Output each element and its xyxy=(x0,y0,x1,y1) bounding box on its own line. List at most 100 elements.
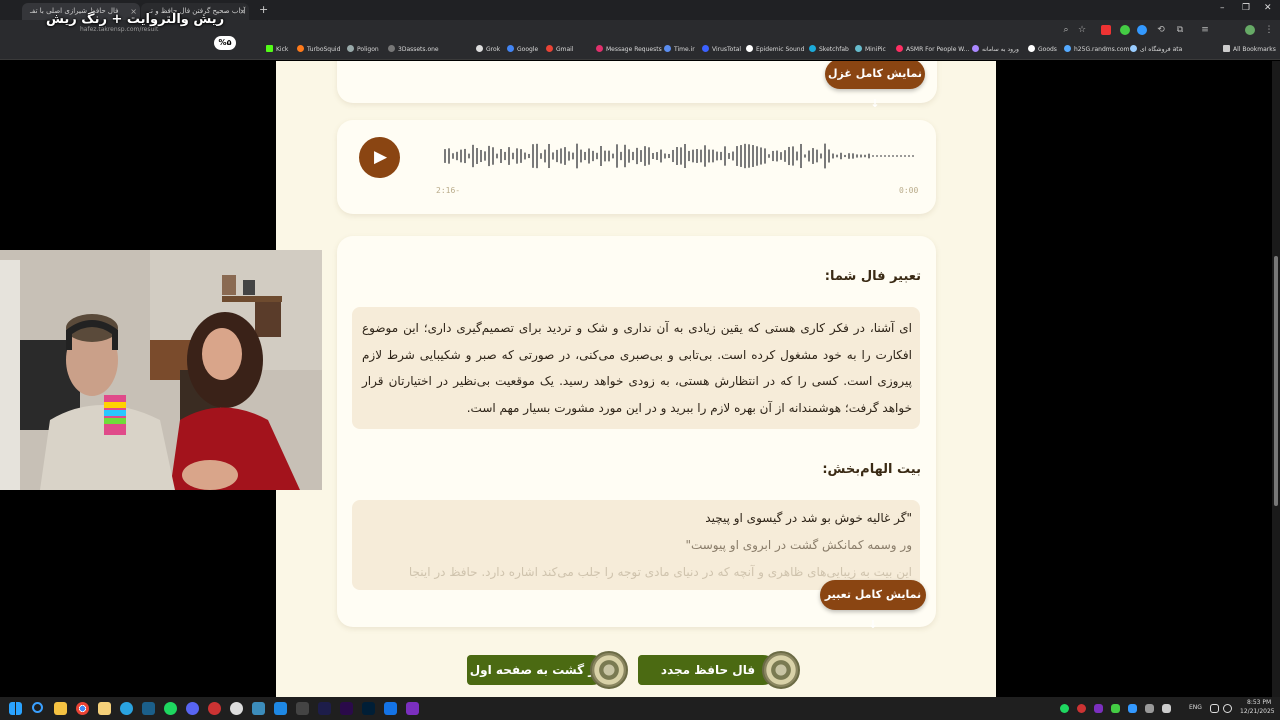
show-full-interpretation-button[interactable]: نمایش کامل تعبیر ↓ xyxy=(820,580,926,631)
bookmark-item[interactable]: فروشگاه ای ata xyxy=(1130,45,1182,55)
bookmark-item[interactable]: Epidemic Sound xyxy=(746,45,804,55)
new-fal-button[interactable]: فال حافظ مجدد xyxy=(638,655,778,685)
app-icon[interactable] xyxy=(252,702,265,715)
photoshop-icon[interactable] xyxy=(362,702,375,715)
waveform-bar xyxy=(476,148,478,164)
app-icon[interactable] xyxy=(208,702,221,715)
extension-icon[interactable] xyxy=(1120,25,1130,35)
scrollbar-thumb[interactable] xyxy=(1274,256,1278,506)
waveform-bar xyxy=(836,154,838,158)
back-to-home-button[interactable]: باز گشت به صفحه اول xyxy=(467,655,607,685)
bookmark-item[interactable]: Goods xyxy=(1028,45,1057,55)
close-icon[interactable]: × xyxy=(239,3,246,20)
scrollbar[interactable] xyxy=(1272,61,1280,697)
bookmark-item[interactable]: Grok xyxy=(476,45,500,55)
telegram-icon[interactable] xyxy=(120,702,133,715)
app-icon[interactable] xyxy=(296,702,309,715)
bookmark-label: Time.ir xyxy=(674,46,695,53)
clock-date[interactable]: 12/21/2025 xyxy=(1240,708,1275,715)
bookmark-icon xyxy=(702,45,709,52)
waveform-bar xyxy=(884,155,886,157)
extension-icon[interactable]: ⟲ xyxy=(1156,25,1166,35)
chrome-icon[interactable] xyxy=(76,702,89,715)
bookmark-item[interactable]: MiniPic xyxy=(855,45,886,55)
bookmark-item[interactable]: ASMR For People W... xyxy=(896,45,969,55)
bookmarks-bar: Kick TurboSquid Poligon 3Dassets.one Gro… xyxy=(0,40,1280,60)
bookmark-item[interactable]: Kick xyxy=(266,45,288,55)
bookmark-item[interactable]: TurboSquid xyxy=(297,45,340,55)
windows-start-icon[interactable] xyxy=(9,702,22,715)
media-icon[interactable]: ≡ xyxy=(1200,25,1210,35)
waveform-bar xyxy=(656,152,658,160)
volume-icon[interactable] xyxy=(1223,704,1232,713)
bookmark-item[interactable]: Google xyxy=(507,45,538,55)
after-effects-icon[interactable] xyxy=(318,702,331,715)
clock-time[interactable]: 8:53 PM xyxy=(1247,699,1271,706)
waveform-bar xyxy=(764,148,766,164)
tray-icon[interactable] xyxy=(1111,704,1120,713)
bookmark-item[interactable]: VirusTotal xyxy=(702,45,741,55)
app-icon[interactable] xyxy=(274,702,287,715)
search-icon[interactable] xyxy=(32,702,43,713)
close-window-icon[interactable]: ✕ xyxy=(1264,3,1272,13)
extension-icon[interactable] xyxy=(1101,25,1111,35)
bookmark-icon xyxy=(855,45,862,52)
bookmark-item[interactable]: Poligon xyxy=(347,45,379,55)
url-text[interactable]: hafez.takrensp.com/result xyxy=(80,26,158,33)
tray-icon[interactable] xyxy=(1060,704,1069,713)
waveform-bar xyxy=(444,149,446,163)
waveform-bar xyxy=(624,144,626,168)
bookmark-label: Kick xyxy=(276,46,289,53)
puzzle-icon[interactable]: ⧉ xyxy=(1175,25,1185,35)
premiere-icon[interactable] xyxy=(340,702,353,715)
tray-icon[interactable] xyxy=(1094,704,1103,713)
show-full-ghazal-button[interactable]: نمایش کامل غزل ↓ xyxy=(825,61,925,110)
waveform-bar xyxy=(460,149,462,163)
bookmark-icon xyxy=(1028,45,1035,52)
app-icon[interactable] xyxy=(230,702,243,715)
discord-icon[interactable] xyxy=(186,702,199,715)
spotify-icon[interactable] xyxy=(164,702,177,715)
file-explorer-icon[interactable] xyxy=(54,702,67,715)
bookmark-item[interactable]: Sketchfab xyxy=(809,45,849,55)
waveform-bar xyxy=(492,147,494,165)
bookmark-item[interactable]: All Bookmarks xyxy=(1223,45,1276,55)
tray-icon[interactable] xyxy=(1128,704,1137,713)
bookmark-icon xyxy=(507,45,514,52)
play-button[interactable]: ▶ xyxy=(359,137,400,178)
bookmark-icon xyxy=(297,45,304,52)
bookmark-item[interactable]: h25G.randms.com xyxy=(1064,45,1129,55)
waveform-bar xyxy=(888,155,890,157)
bookmark-item[interactable]: Gmail xyxy=(546,45,574,55)
webcam-image xyxy=(0,250,322,490)
waveform-bar xyxy=(736,146,738,166)
bookmark-item[interactable]: Message Requests xyxy=(596,45,662,55)
bookmark-star-icon[interactable]: ☆ xyxy=(1077,25,1087,35)
waveform-bar xyxy=(544,149,546,163)
bookmark-item[interactable]: ورود به سامانه xyxy=(972,45,1019,55)
network-icon[interactable] xyxy=(1210,704,1219,713)
tray-icon[interactable] xyxy=(1162,704,1171,713)
profile-icon[interactable] xyxy=(1245,25,1255,35)
waveform-bar xyxy=(848,153,850,159)
steam-icon[interactable] xyxy=(142,702,155,715)
tray-icon[interactable] xyxy=(1077,704,1086,713)
restore-icon[interactable]: ❐ xyxy=(1242,3,1250,13)
extension-icon[interactable] xyxy=(1137,25,1147,35)
app-icon[interactable] xyxy=(98,702,111,715)
bookmark-item[interactable]: 3Dassets.one xyxy=(388,45,439,55)
app-icon[interactable] xyxy=(406,702,419,715)
search-icon[interactable]: ⌕ xyxy=(1061,25,1071,35)
language-indicator[interactable]: ENG xyxy=(1189,704,1202,711)
menu-icon[interactable]: ⋮ xyxy=(1264,25,1274,35)
tray-icon[interactable] xyxy=(1145,704,1154,713)
windows-taskbar: ENG 8:53 PM 12/21/2025 xyxy=(0,697,1280,720)
audio-waveform[interactable] xyxy=(444,141,916,171)
waveform-bar xyxy=(480,149,482,163)
app-icon[interactable] xyxy=(384,702,397,715)
waveform-bar xyxy=(692,149,694,163)
new-tab-icon[interactable]: + xyxy=(259,3,268,16)
bookmark-item[interactable]: Time.ir xyxy=(664,45,695,55)
waveform-bar xyxy=(880,155,882,157)
minimize-icon[interactable]: – xyxy=(1220,3,1225,13)
